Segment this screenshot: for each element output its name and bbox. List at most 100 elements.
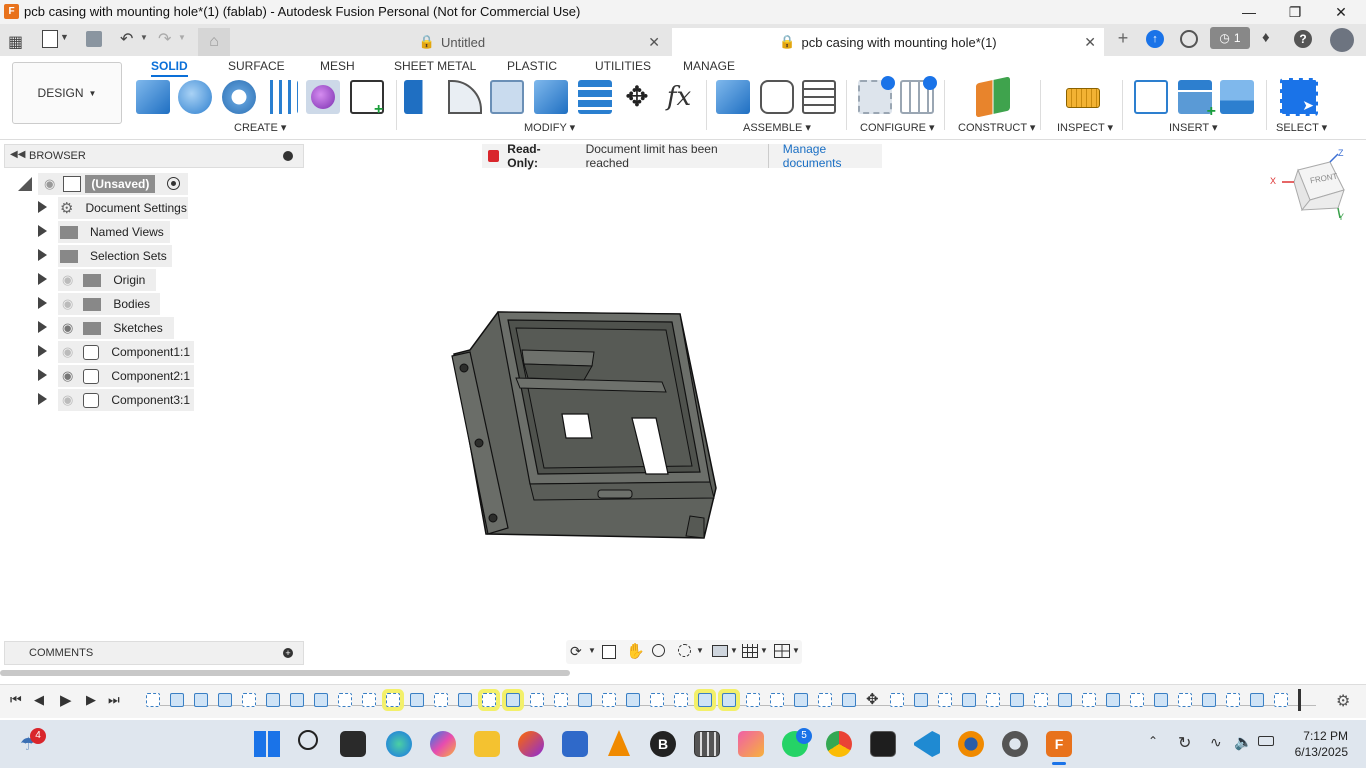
timeline-feature-sketch[interactable] [530, 693, 544, 707]
settings-gear-icon[interactable] [1002, 731, 1028, 757]
tab-manage[interactable]: MANAGE [683, 59, 735, 73]
avatar[interactable] [1330, 28, 1354, 52]
configure-menu[interactable]: CONFIGURE ▾ [860, 121, 935, 134]
clock-time[interactable]: 7:12 PM [1292, 729, 1348, 743]
timeline-feature-move[interactable]: ✥ [866, 690, 879, 708]
modify-menu[interactable]: MODIFY ▾ [524, 121, 575, 134]
expand-triangle-icon[interactable] [38, 345, 47, 357]
restore-button[interactable]: ❐ [1272, 0, 1318, 24]
tab-untitled[interactable]: 🔒 Untitled ✕ [236, 28, 668, 56]
eye-hidden-icon[interactable]: ◉ [62, 272, 73, 288]
timeline-feature-sketch[interactable] [482, 693, 496, 707]
chevron-down-icon[interactable]: ▼ [760, 646, 768, 655]
timeline-feature-extrude[interactable] [914, 693, 928, 707]
home-icon[interactable]: ⌂ [198, 28, 230, 56]
measure-icon[interactable] [1066, 88, 1100, 108]
eye-hidden-icon[interactable]: ◉ [62, 344, 73, 360]
go-to-start-icon[interactable]: ⏮ [10, 692, 22, 708]
edge-icon[interactable] [386, 731, 412, 757]
close-tab-icon[interactable]: ✕ [1084, 34, 1096, 51]
sketch-icon[interactable]: + [350, 80, 384, 118]
fusion-taskbar-icon[interactable]: F [1046, 731, 1072, 757]
timeline-feature-sketch[interactable] [362, 693, 376, 707]
zoom-icon[interactable] [652, 644, 665, 657]
chevron-down-icon[interactable]: ▼ [730, 646, 738, 655]
browser-item-named-views[interactable]: Named Views [4, 221, 304, 243]
redo-dropdown-icon[interactable]: ▼ [178, 33, 186, 42]
move-icon[interactable]: ✥ [620, 80, 654, 114]
photos-icon[interactable] [738, 731, 764, 757]
step-back-icon[interactable]: ◀ [34, 692, 44, 708]
firefox-icon[interactable] [518, 731, 544, 757]
timeline-feature-sketch[interactable] [602, 693, 616, 707]
select-icon[interactable]: ➤ [1280, 78, 1318, 116]
grid-icon[interactable] [742, 644, 758, 658]
timeline-feature-extrude[interactable] [962, 693, 976, 707]
eye-hidden-icon[interactable]: ◉ [62, 296, 73, 312]
timeline-feature-extrude[interactable] [170, 693, 184, 707]
tab-plastic[interactable]: PLASTIC [507, 59, 557, 73]
timeline-settings-gear-icon[interactable]: ⚙ [1336, 691, 1350, 711]
timeline-feature-extrude[interactable] [578, 693, 592, 707]
expand-triangle-icon[interactable] [38, 273, 47, 285]
expand-triangle-icon[interactable] [38, 225, 47, 237]
copilot-icon[interactable] [430, 731, 456, 757]
timeline-feature-extrude[interactable] [1154, 693, 1168, 707]
configuration-table-icon[interactable] [900, 76, 937, 114]
comments-panel[interactable]: COMMENTS + [4, 641, 304, 665]
new-component-assemble-icon[interactable] [716, 80, 750, 114]
eye-icon[interactable]: ◉ [62, 320, 73, 336]
browser-item-bodies[interactable]: ◉ Bodies [4, 293, 304, 315]
split-body-icon[interactable] [578, 80, 612, 114]
timeline-feature-sketch[interactable] [650, 693, 664, 707]
expand-triangle-icon[interactable] [38, 201, 47, 213]
timeline-feature-extrude[interactable] [698, 693, 712, 707]
pattern-icon[interactable] [264, 80, 298, 114]
help-icon[interactable]: ? [1294, 30, 1312, 48]
show-hidden-icons-chevron-icon[interactable]: ⌃ [1148, 734, 1158, 748]
tab-sheet-metal[interactable]: SHEET METAL [394, 59, 476, 73]
form-icon[interactable] [306, 80, 340, 114]
volume-icon[interactable]: 🔈 [1234, 733, 1253, 751]
parameters-icon[interactable]: fx [662, 80, 696, 114]
pan-icon[interactable]: ✋ [626, 642, 645, 660]
browser-item-sketches[interactable]: ◉ Sketches [4, 317, 304, 339]
timeline-feature-extrude[interactable] [410, 693, 424, 707]
notifications-icon[interactable]: ♦ [1262, 29, 1270, 46]
vlc-icon[interactable] [608, 730, 630, 756]
eye-hidden-icon[interactable]: ◉ [62, 392, 73, 408]
workspace-switcher[interactable]: DESIGN ▼ [12, 62, 122, 124]
shell-icon[interactable] [490, 80, 524, 114]
collapse-panel-icon[interactable]: ◀◀ [10, 149, 25, 160]
tab-mesh[interactable]: MESH [320, 59, 355, 73]
terminal-icon[interactable] [870, 731, 896, 757]
browser-item-component2[interactable]: ◉ Component2:1 [4, 365, 304, 387]
timeline-scrollbar[interactable] [0, 670, 570, 676]
timeline-feature-extrude[interactable] [722, 693, 736, 707]
insert-canvas-icon[interactable] [1220, 80, 1254, 114]
browser-item-component1[interactable]: ◉ Component1:1 [4, 341, 304, 363]
chevron-down-icon[interactable]: ▼ [696, 646, 704, 655]
bom-table-icon[interactable] [802, 80, 836, 114]
expand-triangle-icon[interactable] [38, 249, 47, 261]
file-explorer-icon[interactable] [474, 731, 500, 757]
browser-item-component3[interactable]: ◉ Component3:1 [4, 389, 304, 411]
undo-icon[interactable]: ↶ [120, 29, 133, 49]
timeline-feature-sketch[interactable] [386, 693, 400, 707]
battery-icon[interactable] [1258, 736, 1274, 746]
timeline-marker[interactable] [1298, 689, 1301, 711]
new-tab-icon[interactable]: + [1112, 28, 1134, 50]
calculator-icon[interactable] [694, 731, 720, 757]
close-window-button[interactable]: ✕ [1318, 0, 1364, 24]
combine-icon[interactable] [534, 80, 568, 114]
timeline-feature-extrude[interactable] [458, 693, 472, 707]
tab-surface[interactable]: SURFACE [228, 59, 285, 73]
bitwarden-icon[interactable]: B [650, 731, 676, 757]
timeline-feature-sketch[interactable] [242, 693, 256, 707]
step-forward-icon[interactable]: ▶ [86, 692, 96, 708]
timeline-feature-extrude[interactable] [290, 693, 304, 707]
new-component-icon[interactable] [136, 80, 170, 114]
timeline-feature-sketch[interactable] [434, 693, 448, 707]
wifi-icon[interactable]: ∿ [1210, 734, 1222, 751]
microsoft-store-icon[interactable] [562, 731, 588, 757]
